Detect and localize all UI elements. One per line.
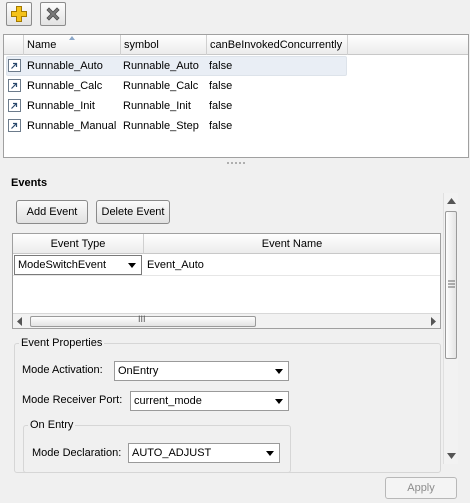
scroll-up-icon[interactable]: [447, 198, 456, 204]
events-title: Events: [11, 177, 48, 189]
cell-concurrent: false: [209, 80, 233, 92]
cell-symbol: Runnable_Init: [123, 100, 191, 112]
event-type-value: ModeSwitchEvent: [18, 259, 107, 271]
runnable-icon: [8, 119, 21, 132]
cell-concurrent: false: [209, 120, 233, 132]
event-name-cell[interactable]: Event_Auto: [147, 255, 204, 275]
header-icon-column: [4, 35, 24, 55]
chevron-down-icon: [266, 451, 274, 456]
table-header: Name symbol canBeInvokedConcurrently: [4, 35, 468, 55]
plus-icon: [11, 6, 27, 22]
chevron-down-icon: [275, 399, 283, 404]
mode-declaration-select[interactable]: AUTO_ADJUST: [128, 443, 280, 463]
chevron-down-icon: [275, 369, 283, 374]
thumb-grip: III: [138, 314, 146, 324]
cell-name: Runnable_Auto: [27, 60, 103, 72]
cell-name: Runnable_Init: [27, 100, 95, 112]
cell-symbol: Runnable_Step: [123, 120, 199, 132]
table-row[interactable]: Runnable_Manual Runnable_Step false: [4, 116, 468, 136]
cell-name: Runnable_Calc: [27, 80, 103, 92]
cell-concurrent: false: [209, 60, 233, 72]
events-horizontal-scrollbar[interactable]: III: [13, 313, 440, 328]
runnable-icon: [8, 59, 21, 72]
panel-splitter[interactable]: [0, 159, 470, 167]
event-properties-title: Event Properties: [19, 337, 105, 349]
apply-button[interactable]: Apply: [385, 477, 457, 499]
scroll-right-icon[interactable]: [430, 317, 436, 326]
table-row[interactable]: Runnable_Calc Runnable_Calc false: [4, 76, 468, 96]
receiver-port-value: current_mode: [134, 395, 202, 407]
on-entry-title: On Entry: [28, 419, 76, 431]
receiver-port-label: Mode Receiver Port:: [22, 394, 123, 406]
scroll-thumb[interactable]: [445, 211, 457, 359]
header-symbol[interactable]: symbol: [121, 35, 207, 55]
receiver-port-select[interactable]: current_mode: [130, 391, 289, 411]
cell-concurrent: false: [209, 100, 233, 112]
remove-runnable-button[interactable]: [40, 2, 66, 26]
header-name[interactable]: Name: [24, 35, 121, 55]
thumb-grip-icon: [448, 280, 455, 288]
events-table: Event Type Event Name ModeSwitchEvent Ev…: [12, 233, 441, 329]
scroll-down-icon[interactable]: [447, 453, 456, 459]
delete-event-button[interactable]: Delete Event: [96, 200, 170, 224]
add-event-button[interactable]: Add Event: [16, 200, 88, 224]
panel-vertical-scrollbar[interactable]: [443, 193, 458, 464]
mode-activation-label: Mode Activation:: [22, 364, 103, 376]
runnable-icon: [8, 79, 21, 92]
mode-declaration-value: AUTO_ADJUST: [132, 447, 212, 459]
runnable-icon: [8, 99, 21, 112]
table-row[interactable]: Runnable_Init Runnable_Init false: [4, 96, 468, 116]
table-row[interactable]: Runnable_Auto Runnable_Auto false: [4, 56, 468, 76]
runnables-table: Name symbol canBeInvokedConcurrently Run…: [3, 34, 469, 158]
mode-activation-select[interactable]: OnEntry: [114, 361, 289, 381]
header-event-name[interactable]: Event Name: [144, 234, 440, 254]
scroll-left-icon[interactable]: [17, 317, 23, 326]
header-event-type[interactable]: Event Type: [13, 234, 144, 254]
chevron-down-icon: [128, 263, 136, 268]
sort-ascending-icon: [69, 36, 75, 40]
mode-declaration-label: Mode Declaration:: [32, 447, 122, 459]
x-icon: [46, 7, 60, 21]
row-divider: [13, 275, 440, 276]
header-concurrent[interactable]: canBeInvokedConcurrently: [207, 35, 348, 55]
cell-name: Runnable_Manual: [27, 120, 117, 132]
cell-symbol: Runnable_Auto: [123, 60, 199, 72]
mode-activation-value: OnEntry: [118, 365, 159, 377]
cell-symbol: Runnable_Calc: [123, 80, 199, 92]
splitter-grip-icon: [227, 162, 245, 164]
event-type-select[interactable]: ModeSwitchEvent: [14, 255, 142, 275]
add-runnable-button[interactable]: [6, 2, 32, 26]
scroll-thumb[interactable]: III: [30, 314, 256, 327]
